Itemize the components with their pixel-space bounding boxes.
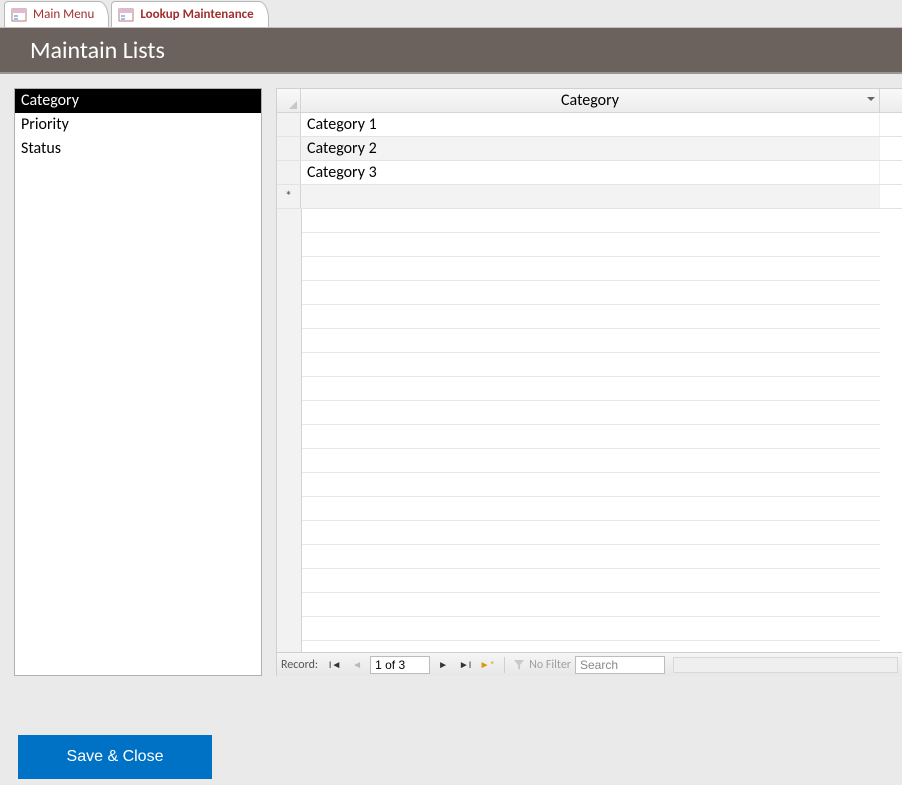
list-item-label: Priority: [21, 115, 69, 134]
search-input[interactable]: [575, 656, 665, 674]
empty-grid-area: [277, 209, 880, 652]
form-icon: [118, 7, 134, 23]
row-selector[interactable]: [277, 137, 301, 160]
list-item-label: Status: [21, 139, 61, 158]
last-record-button[interactable]: ►I: [456, 656, 474, 674]
table-row[interactable]: Category 3: [277, 161, 902, 185]
save-and-close-button[interactable]: Save & Close: [18, 735, 212, 779]
page-header: Maintain Lists: [0, 28, 902, 74]
page-title: Maintain Lists: [30, 36, 165, 65]
tab-lookup-maintenance[interactable]: Lookup Maintenance: [111, 1, 268, 27]
record-position-input[interactable]: [370, 656, 430, 674]
list-panel: Category Priority Status: [14, 88, 262, 676]
column-header-label: Category: [561, 91, 619, 110]
grid-body: Category 1 Category 2 Category 3 *: [277, 113, 902, 652]
datasheet-panel: Category Category 1 Category 2 Category …: [276, 88, 902, 676]
next-record-button[interactable]: ►: [434, 656, 452, 674]
new-record-marker: *: [277, 185, 301, 208]
cell-category[interactable]: [301, 185, 880, 208]
cell-category[interactable]: Category 1: [301, 113, 880, 136]
list-item-status[interactable]: Status: [15, 137, 261, 161]
grid-header-row: Category: [277, 89, 902, 113]
button-label: Save & Close: [67, 748, 164, 765]
content-area: Category Priority Status Category Catego…: [0, 74, 902, 676]
row-selector[interactable]: [277, 161, 301, 184]
chevron-down-icon[interactable]: [867, 97, 875, 101]
list-item-label: Category: [21, 91, 79, 110]
row-selector[interactable]: [277, 113, 301, 136]
filter-indicator[interactable]: No Filter: [513, 658, 571, 672]
first-record-button[interactable]: I◄: [326, 656, 344, 674]
tab-main-menu[interactable]: Main Menu: [4, 1, 109, 27]
list-item-priority[interactable]: Priority: [15, 113, 261, 137]
cell-category[interactable]: Category 2: [301, 137, 880, 160]
tab-label: Lookup Maintenance: [140, 7, 253, 22]
filter-label: No Filter: [529, 658, 571, 672]
record-navigation-bar: Record: I◄ ◄ ► ►I ►* No Filter: [277, 652, 902, 676]
cell-category[interactable]: Category 3: [301, 161, 880, 184]
form-icon: [11, 7, 27, 23]
select-all-corner[interactable]: [277, 89, 301, 112]
tab-label: Main Menu: [33, 7, 94, 22]
record-label: Record:: [281, 658, 318, 672]
funnel-icon: [513, 659, 525, 671]
tab-bar: Main Menu Lookup Maintenance: [0, 0, 902, 28]
table-row[interactable]: Category 1: [277, 113, 902, 137]
separator: [504, 657, 505, 673]
new-record-row[interactable]: *: [277, 185, 902, 209]
list-item-category[interactable]: Category: [15, 89, 261, 113]
table-row[interactable]: Category 2: [277, 137, 902, 161]
new-record-button[interactable]: ►*: [478, 656, 496, 674]
column-header-category[interactable]: Category: [301, 89, 880, 112]
horizontal-scrollbar[interactable]: [673, 657, 898, 673]
previous-record-button[interactable]: ◄: [348, 656, 366, 674]
